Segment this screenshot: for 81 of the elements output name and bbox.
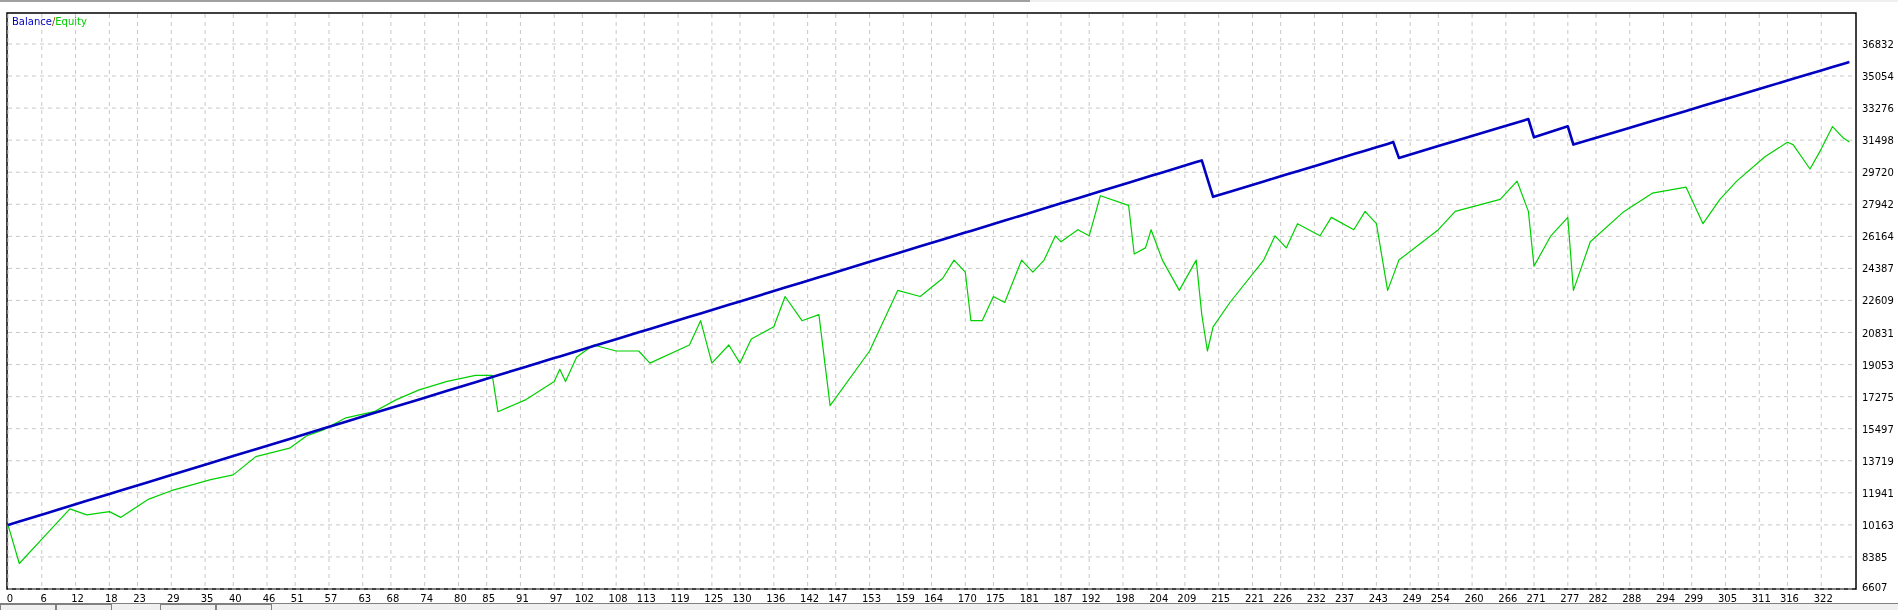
x-axis-label: 294	[1656, 593, 1676, 603]
x-axis-label: 35	[200, 593, 214, 603]
y-axis-label: 11941	[1862, 487, 1894, 499]
y-axis-label: 10163	[1862, 519, 1894, 531]
x-axis-label: 266	[1498, 593, 1518, 603]
x-axis-label: 102	[574, 593, 594, 603]
x-axis-label: 74	[420, 593, 434, 603]
y-axis-label: 13719	[1862, 455, 1894, 467]
x-axis-label: 204	[1149, 593, 1169, 603]
x-axis-label: 192	[1081, 593, 1101, 603]
x-axis-label: 170	[957, 593, 977, 603]
x-axis-label: 113	[636, 593, 656, 603]
x-axis-label: 97	[549, 593, 563, 603]
x-axis-label: 311	[1751, 593, 1771, 603]
x-axis-label: 288	[1622, 593, 1642, 603]
y-axis-label: 17275	[1862, 391, 1894, 403]
x-axis-label: 249	[1402, 593, 1422, 603]
x-axis-label: 198	[1115, 593, 1135, 603]
y-axis-label: 31498	[1862, 135, 1894, 147]
x-axis-label: 181	[1019, 593, 1039, 603]
x-axis-label: 12	[71, 593, 84, 603]
y-axis-label: 29720	[1862, 167, 1894, 179]
x-axis-label: 51	[290, 593, 304, 603]
x-axis-label: 57	[324, 593, 338, 603]
x-axis-label: 85	[482, 593, 495, 603]
x-axis-label: 232	[1306, 593, 1326, 603]
x-axis-label: 260	[1464, 593, 1484, 603]
x-axis-label: 63	[358, 593, 372, 603]
y-axis-label: 19053	[1862, 359, 1894, 371]
x-axis-label: 91	[516, 593, 529, 603]
y-axis-label: 15497	[1862, 423, 1894, 435]
x-axis-label: 159	[895, 593, 915, 603]
x-axis-label: 18	[105, 593, 118, 603]
x-axis-label: 136	[766, 593, 786, 603]
x-axis-label: 215	[1211, 593, 1231, 603]
x-axis-label: 125	[704, 593, 724, 603]
x-axis-label: 271	[1526, 593, 1546, 603]
x-axis-label: 46	[262, 593, 276, 603]
x-axis-label: 243	[1368, 593, 1388, 603]
y-axis-label: 36832	[1862, 39, 1894, 50]
x-axis-label: 68	[386, 593, 400, 603]
chart-legend: Balance/Equity	[12, 16, 87, 27]
x-axis-label: 209	[1177, 593, 1197, 603]
x-axis-label: 40	[228, 593, 242, 603]
y-axis-label: 6607	[1862, 582, 1888, 593]
x-axis-label: 221	[1244, 593, 1264, 603]
y-axis-label: 33276	[1862, 103, 1894, 115]
y-axis-label: 26164	[1862, 231, 1894, 243]
x-axis-label: 0	[6, 593, 14, 603]
y-axis-label: 27942	[1862, 199, 1894, 211]
x-axis-label: 175	[985, 593, 1005, 603]
y-axis-label: 24387	[1862, 263, 1894, 275]
x-axis-label: 119	[670, 593, 690, 603]
y-axis-label: 8385	[1862, 551, 1888, 563]
x-axis-label: 277	[1560, 593, 1580, 603]
x-axis-label: 254	[1430, 593, 1450, 603]
x-axis-label: 322	[1813, 593, 1833, 603]
x-axis-label: 305	[1717, 593, 1738, 603]
x-axis-label: 237	[1335, 593, 1355, 603]
x-axis-label: 282	[1588, 593, 1608, 603]
tab-button[interactable]	[56, 604, 112, 610]
x-axis-label: 299	[1684, 593, 1704, 603]
y-axis-label: 20831	[1862, 327, 1894, 339]
x-axis-label: 187	[1053, 593, 1073, 603]
x-axis-label: 226	[1273, 593, 1293, 603]
x-axis-label: 6	[40, 593, 47, 603]
tab-button[interactable]	[216, 604, 272, 610]
y-axis-label: 22609	[1862, 295, 1894, 307]
x-axis-label: 164	[923, 593, 944, 603]
x-axis-label: 153	[862, 593, 882, 603]
x-axis-label: 147	[828, 593, 848, 603]
x-axis-label: 142	[800, 593, 820, 603]
x-axis-label: 80	[454, 593, 467, 603]
x-axis-label: 29	[166, 593, 180, 603]
tab-button[interactable]	[0, 604, 56, 610]
x-axis-label: 130	[732, 593, 752, 603]
x-axis-label: 108	[608, 593, 628, 603]
x-axis-label: 316	[1779, 593, 1799, 603]
y-axis-label: 35054	[1862, 71, 1894, 83]
x-axis-label: 23	[133, 593, 146, 603]
tab-button[interactable]	[160, 604, 216, 610]
